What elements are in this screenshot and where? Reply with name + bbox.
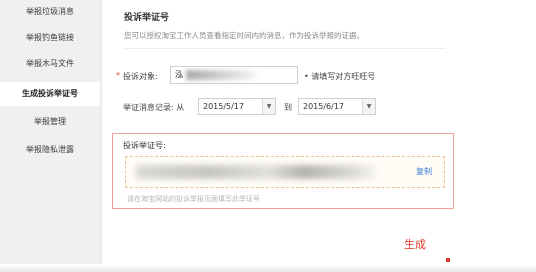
sidebar-item-report-trojan[interactable]: 举报木马文件	[0, 52, 100, 76]
cert-hint: 请在淘宝网站的投诉举报页面填写此举证号	[127, 195, 260, 203]
complaint-object-value: 泓	[175, 70, 183, 79]
to-date-select[interactable]: 2015/6/17 ▼	[298, 98, 376, 115]
to-label: 到	[284, 103, 292, 112]
chevron-down-icon[interactable]: ▼	[262, 99, 275, 114]
record-label: 举证消息记录: 从	[123, 103, 185, 112]
sidebar-item-report-spam[interactable]: 举报垃圾消息	[0, 0, 100, 24]
generate-marker	[446, 258, 450, 262]
sidebar-item-generate-cert[interactable]: 生成投诉举证号	[0, 82, 100, 106]
object-label: 投诉对象:	[123, 72, 158, 81]
cert-panel: 投诉举证号: 复制 请在淘宝网站的投诉举报页面填写此举证号	[112, 133, 454, 209]
from-date-value: 2015/5/17	[203, 102, 245, 111]
sidebar-item-report-manage[interactable]: 举报管理	[0, 110, 100, 134]
redacted-cert-number	[136, 165, 376, 179]
redacted-account-name	[186, 70, 256, 80]
cert-panel-title: 投诉举证号:	[123, 141, 166, 150]
to-date-value: 2015/6/17	[303, 102, 345, 111]
required-mark: *	[116, 71, 120, 80]
header-divider	[124, 48, 446, 49]
object-hint: • 请填写对方旺旺号	[304, 72, 376, 81]
cert-number-field[interactable]: 复制	[125, 156, 445, 188]
from-date-select[interactable]: 2015/5/17 ▼	[198, 98, 276, 115]
generate-button[interactable]: 生成	[404, 236, 426, 252]
page-title: 投诉举证号	[124, 13, 170, 23]
chevron-down-icon[interactable]: ▼	[362, 99, 375, 114]
sidebar-divider	[100, 0, 103, 272]
sidebar-item-report-privacy[interactable]: 举报隐私泄露	[0, 138, 100, 162]
sidebar: 举报垃圾消息 举报钓鱼链接 举报木马文件 生成投诉举证号 举报管理 举报隐私泄露	[0, 0, 100, 272]
page-description: 您可以授权淘宝工作人员查看指定时间内的消息，作为投诉举报的证据。	[124, 31, 364, 40]
copy-button[interactable]: 复制	[416, 166, 432, 177]
sidebar-item-report-phishing[interactable]: 举报钓鱼链接	[0, 26, 100, 50]
bottom-strip	[0, 264, 536, 272]
